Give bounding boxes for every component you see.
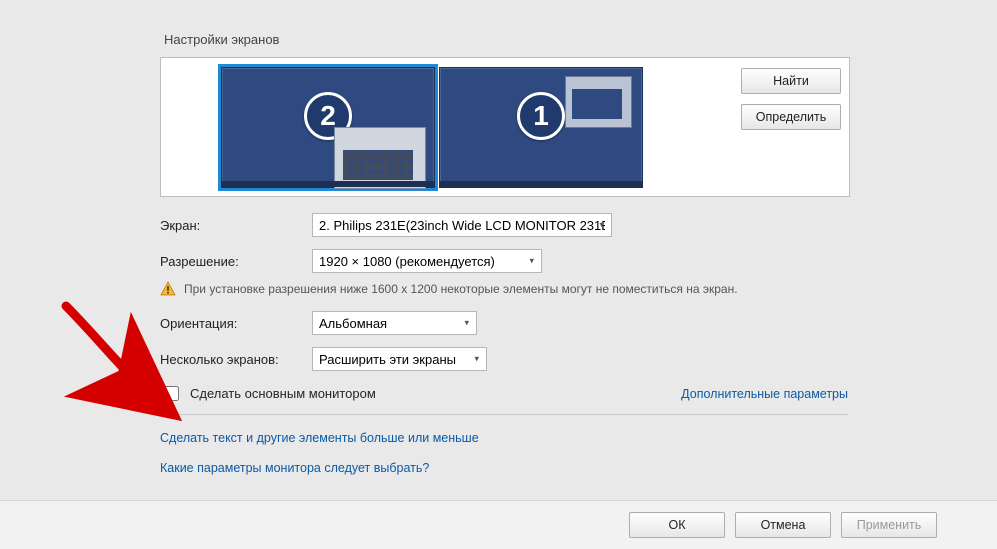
monitor-preview-widget — [334, 127, 426, 189]
page-title: Настройки экранов — [164, 32, 980, 47]
screen-select[interactable]: 2. Philips 231E(23inch Wide LCD MONITOR … — [312, 213, 612, 237]
find-button[interactable]: Найти — [741, 68, 841, 94]
apply-button[interactable]: Применить — [841, 512, 937, 538]
resolution-label: Разрешение: — [160, 254, 312, 269]
advanced-settings-link[interactable]: Дополнительные параметры — [681, 387, 848, 401]
monitor-number-badge: 1 — [517, 92, 565, 140]
monitor-thumbnail-1[interactable]: 1 — [439, 67, 643, 188]
monitor-preview-taskbar — [222, 181, 434, 187]
dialog-button-bar: ОК Отмена Применить — [0, 500, 997, 549]
make-primary-checkbox[interactable] — [164, 386, 179, 401]
separator — [160, 414, 848, 415]
make-primary-label: Сделать основным монитором — [190, 386, 376, 401]
resolution-select[interactable]: 1920 × 1080 (рекомендуется) — [312, 249, 542, 273]
monitor-arrangement-box: 2 1 Найти Определить — [160, 57, 850, 197]
ok-button[interactable]: ОК — [629, 512, 725, 538]
multiple-displays-select[interactable]: Расширить эти экраны — [312, 347, 487, 371]
orientation-label: Ориентация: — [160, 316, 312, 331]
which-settings-link[interactable]: Какие параметры монитора следует выбрать… — [160, 461, 980, 475]
monitor-preview-widget — [565, 76, 632, 128]
warning-icon — [160, 281, 176, 297]
text-size-link[interactable]: Сделать текст и другие элементы больше и… — [160, 431, 980, 445]
multiple-displays-label: Несколько экранов: — [160, 352, 312, 367]
identify-button[interactable]: Определить — [741, 104, 841, 130]
screen-label: Экран: — [160, 218, 312, 233]
cancel-button[interactable]: Отмена — [735, 512, 831, 538]
orientation-select[interactable]: Альбомная — [312, 311, 477, 335]
resolution-warning-text: При установке разрешения ниже 1600 x 120… — [184, 282, 738, 296]
monitor-preview-taskbar — [440, 181, 642, 187]
monitor-thumbnail-2[interactable]: 2 — [221, 67, 435, 188]
